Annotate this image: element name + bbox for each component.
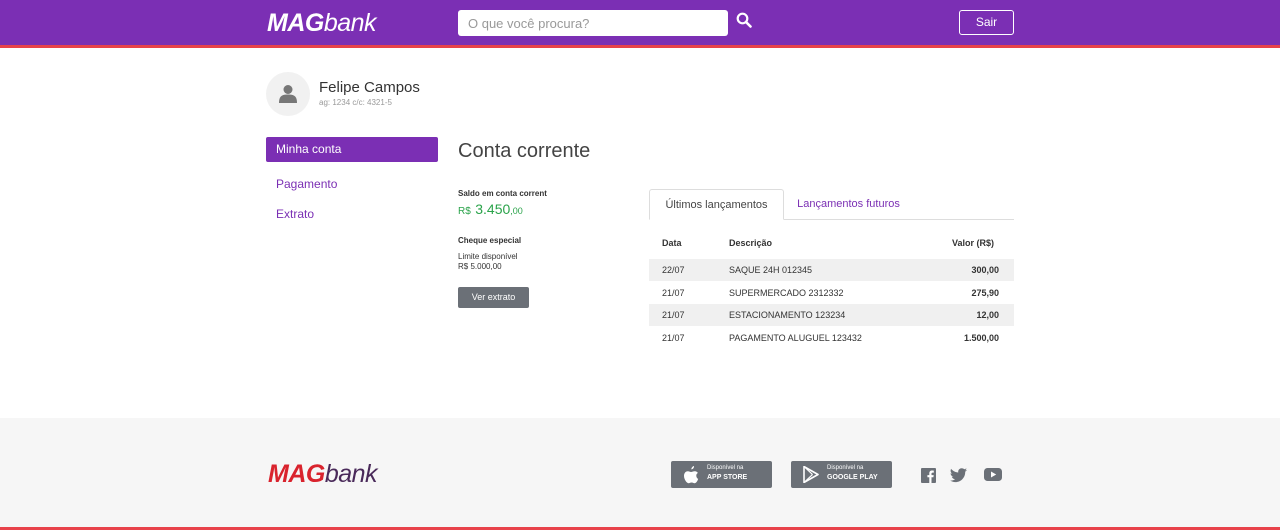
tab-lancamentos-futuros[interactable]: Lançamentos futuros	[786, 189, 911, 220]
google-play-icon	[803, 466, 819, 483]
user-icon	[279, 85, 297, 103]
youtube-icon[interactable]	[984, 468, 1002, 486]
row-value: 275,90	[971, 288, 999, 298]
google-play-small-text: Disponível na	[827, 465, 864, 471]
balance-currency: R$	[458, 206, 471, 217]
footer-logo-light: bank	[324, 460, 378, 488]
row-date: 21/07	[662, 333, 685, 343]
app-store-button[interactable]: Disponível na APP STORE	[671, 461, 772, 488]
table-row: 21/07 SUPERMERCADO 2312332 275,90	[649, 282, 1014, 304]
sidebar-item-pagamento[interactable]: Pagamento	[266, 172, 438, 197]
search-icon[interactable]	[736, 12, 756, 34]
footer-logo[interactable]: MAGbank	[268, 460, 378, 488]
row-date: 21/07	[662, 310, 685, 320]
ver-extrato-button[interactable]: Ver extrato	[458, 287, 529, 308]
table-row: 22/07 SAQUE 24H 012345 300,00	[649, 259, 1014, 281]
row-value: 1.500,00	[963, 333, 999, 343]
user-name: Felipe Campos	[319, 79, 420, 96]
facebook-icon[interactable]	[921, 468, 936, 488]
table-header-description: Descrição	[729, 238, 773, 248]
app-store-big-text: APP STORE	[707, 474, 748, 481]
google-play-button[interactable]: Disponível na GOOGLE PLAY	[791, 461, 892, 488]
balance-label: Saldo em conta corrent	[458, 189, 547, 198]
table-row: 21/07 ESTACIONAMENTO 123234 12,00	[649, 304, 1014, 326]
table-row: 21/07 PAGAMENTO ALUGUEL 123432 1.500,00	[649, 327, 1014, 349]
row-description: SAQUE 24H 012345	[729, 265, 813, 275]
cheque-especial-label: Cheque especial	[458, 236, 522, 245]
logo-bold-text: MAG	[267, 9, 324, 37]
footer: MAGbank Disponível na APP STORE Disponív…	[0, 418, 1280, 530]
user-account-info: ag: 1234 c/c: 4321-5	[319, 98, 392, 107]
page-title: Conta corrente	[458, 140, 591, 162]
header-logo[interactable]: MAGbank	[267, 9, 377, 37]
avatar	[266, 72, 310, 116]
twitter-icon[interactable]	[950, 468, 967, 488]
logout-button[interactable]: Sair	[959, 10, 1014, 35]
balance-integer: 3.450	[475, 201, 511, 217]
row-description: SUPERMERCADO 2312332	[729, 288, 844, 298]
row-value: 300,00	[971, 265, 999, 275]
limit-value: R$ 5.000,00	[458, 262, 502, 271]
table-header-value: Valor (R$)	[952, 238, 995, 248]
row-description: ESTACIONAMENTO 123234	[729, 310, 846, 320]
search-input[interactable]	[458, 10, 728, 36]
sidebar-item-extrato[interactable]: Extrato	[266, 202, 438, 227]
top-header: MAGbank Sair	[0, 0, 1280, 48]
apple-icon	[684, 466, 699, 484]
balance-decimal: ,00	[510, 206, 523, 216]
sidebar-item-minha-conta[interactable]: Minha conta	[266, 137, 438, 162]
row-value: 12,00	[976, 310, 999, 320]
app-store-small-text: Disponível na	[707, 465, 744, 471]
row-description: PAGAMENTO ALUGUEL 123432	[729, 333, 862, 343]
limit-label: Limite disponível	[458, 252, 518, 261]
footer-logo-bold: MAG	[268, 460, 325, 488]
google-play-big-text: GOOGLE PLAY	[827, 474, 878, 481]
tab-ultimos-lancamentos[interactable]: Últimos lançamentos	[649, 189, 784, 220]
row-date: 21/07	[662, 288, 685, 298]
balance-value: R$ 3.450,00	[458, 201, 523, 219]
logo-light-text: bank	[323, 9, 377, 37]
row-date: 22/07	[662, 265, 685, 275]
table-header-date: Data	[662, 238, 682, 248]
